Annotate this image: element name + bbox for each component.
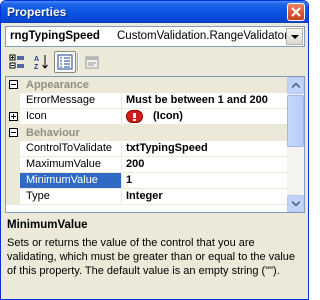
collapse-icon[interactable] — [9, 128, 18, 137]
alphabetical-icon: A Z — [34, 55, 48, 70]
property-value[interactable]: 200 — [123, 157, 287, 173]
chevron-up-icon — [292, 83, 300, 88]
close-icon — [291, 7, 301, 17]
expand-icon[interactable] — [9, 112, 18, 121]
category-appearance[interactable]: Appearance — [6, 77, 287, 93]
property-value-icon[interactable]: (Icon) — [123, 109, 287, 125]
description-pane: MinimumValue Sets or returns the value o… — [5, 216, 305, 297]
property-pages-button[interactable] — [81, 51, 103, 73]
property-value[interactable]: 1 — [123, 173, 287, 189]
property-row-maximumvalue[interactable]: MaximumValue 200 — [6, 157, 287, 173]
category-behaviour[interactable]: Behaviour — [6, 125, 287, 141]
chevron-down-icon — [292, 201, 300, 206]
category-label: Behaviour — [26, 127, 80, 139]
property-name: MaximumValue — [20, 157, 122, 173]
category-label: Appearance — [26, 79, 89, 91]
property-grid: Appearance ErrorMessage Must be between … — [5, 76, 305, 213]
close-button[interactable] — [287, 3, 305, 21]
property-value: (Icon) — [153, 110, 183, 122]
object-selector-dropdown[interactable]: rngTypingSpeed CustomValidation.RangeVal… — [5, 26, 305, 47]
description-text: Sets or returns the value of the control… — [7, 237, 296, 277]
property-row-controltovalidate[interactable]: ControlToValidate txtTypingSpeed — [6, 141, 287, 157]
property-row-errormessage[interactable]: ErrorMessage Must be between 1 and 200 — [6, 93, 287, 109]
property-value[interactable]: txtTypingSpeed — [123, 141, 287, 157]
property-row-minimumvalue[interactable]: MinimumValue 1 — [6, 173, 287, 189]
scroll-up-button[interactable] — [287, 77, 304, 94]
property-row-type[interactable]: Type Integer — [6, 189, 287, 205]
property-row-icon[interactable]: Icon (Icon) — [6, 109, 287, 125]
title-bar[interactable]: Properties — [1, 1, 308, 23]
toolbar-separator — [77, 53, 78, 71]
window-title: Properties — [7, 5, 67, 19]
property-name: ErrorMessage — [20, 93, 122, 109]
alphabetical-button[interactable]: A Z — [30, 51, 52, 73]
property-value[interactable]: Integer — [123, 189, 287, 205]
property-name: Icon — [20, 109, 122, 125]
categorized-button[interactable] — [6, 51, 28, 73]
error-icon — [126, 110, 143, 123]
vertical-scrollbar[interactable] — [287, 77, 304, 212]
property-pages-icon — [85, 56, 99, 69]
property-name: MinimumValue — [20, 173, 122, 189]
svg-text:A: A — [34, 56, 39, 63]
categorized-icon — [9, 54, 24, 69]
scroll-down-button[interactable] — [287, 195, 304, 212]
property-value[interactable]: Must be between 1 and 200 — [123, 93, 287, 109]
properties-window: Properties rngTypingSpeed CustomValidati… — [0, 0, 309, 300]
property-name: ControlToValidate — [20, 141, 122, 157]
property-name: Type — [20, 189, 122, 205]
collapse-icon[interactable] — [9, 80, 18, 89]
scroll-thumb[interactable] — [287, 95, 304, 147]
object-selector-dropdown-button[interactable] — [286, 28, 303, 45]
selected-object-name: rngTypingSpeed — [10, 30, 100, 42]
description-title: MinimumValue — [7, 219, 88, 231]
svg-text:Z: Z — [34, 64, 39, 70]
selected-object-type: CustomValidation.RangeValidator — [117, 30, 288, 42]
properties-button[interactable] — [54, 51, 76, 73]
chevron-down-icon — [291, 35, 299, 39]
properties-icon — [57, 54, 73, 70]
properties-toolbar: A Z — [5, 50, 305, 74]
